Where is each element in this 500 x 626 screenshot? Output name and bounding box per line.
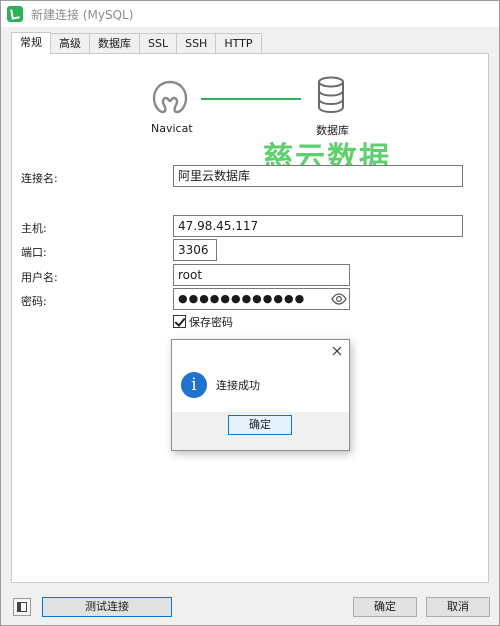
close-icon[interactable]: [330, 344, 344, 358]
success-dialog: i 连接成功 确定: [171, 339, 350, 451]
tab-database[interactable]: 数据库: [89, 33, 140, 54]
navicat-app-icon: [7, 6, 23, 22]
tab-ssh[interactable]: SSH: [176, 33, 217, 54]
port-input[interactable]: 3306: [173, 239, 217, 261]
dialog-message: 连接成功: [216, 379, 260, 392]
database-icon: [318, 76, 344, 114]
tab-ssl[interactable]: SSL: [139, 33, 178, 54]
eye-icon[interactable]: [331, 292, 347, 306]
navicat-label: Navicat: [151, 122, 193, 135]
connection-line: [201, 98, 301, 100]
username-input[interactable]: root: [173, 264, 350, 286]
ok-button[interactable]: 确定: [353, 597, 417, 617]
host-label: 主机:: [21, 222, 47, 235]
cancel-button[interactable]: 取消: [426, 597, 490, 617]
sidebar-toggle-icon[interactable]: [13, 598, 31, 616]
save-password-label: 保存密码: [189, 316, 233, 329]
navicat-logo-icon: [152, 80, 188, 114]
connection-name-label: 连接名:: [21, 172, 58, 185]
password-label: 密码:: [21, 295, 47, 308]
connection-window: 新建连接 (MySQL) 常规 高级 数据库 SSL SSH HTTP Navi…: [0, 0, 500, 626]
test-connection-button[interactable]: 测试连接: [42, 597, 172, 617]
password-input[interactable]: ●●●●●●●●●●●●: [173, 288, 350, 310]
dialog-content: i 连接成功: [172, 340, 349, 412]
tab-general[interactable]: 常规: [11, 32, 51, 54]
username-label: 用户名:: [21, 271, 58, 284]
connection-name-input[interactable]: 阿里云数据库: [173, 165, 463, 187]
info-icon: i: [181, 372, 207, 398]
title-bar: 新建连接 (MySQL): [1, 1, 499, 27]
window-title: 新建连接 (MySQL): [31, 7, 134, 22]
tab-advanced[interactable]: 高级: [50, 33, 90, 54]
tab-http[interactable]: HTTP: [215, 33, 262, 54]
general-panel: [11, 53, 489, 583]
footer-bar: 测试连接 确定 取消: [1, 589, 499, 625]
host-input[interactable]: 47.98.45.117: [173, 215, 463, 237]
save-password-checkbox[interactable]: [173, 315, 186, 328]
port-label: 端口:: [21, 246, 47, 259]
tab-bar: 常规 高级 数据库 SSL SSH HTTP: [11, 32, 262, 54]
dialog-ok-button[interactable]: 确定: [228, 415, 292, 435]
